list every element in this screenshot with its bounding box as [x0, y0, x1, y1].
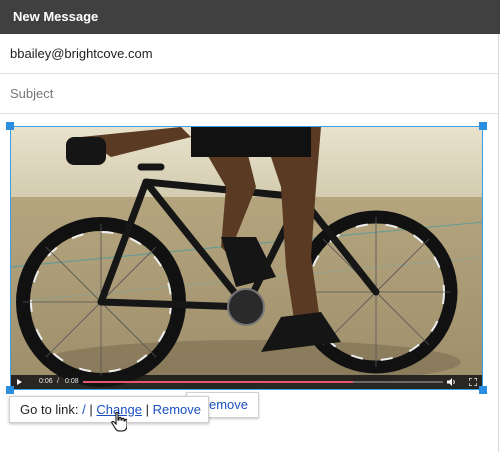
total-time: 0:08 — [65, 378, 79, 385]
resize-handle-top-right[interactable] — [479, 122, 487, 130]
hand-cursor-icon — [111, 412, 127, 432]
progress-fill — [83, 381, 353, 383]
fullscreen-icon[interactable] — [469, 378, 477, 386]
current-time: 0:06 — [39, 378, 53, 385]
resize-handle-bottom-right[interactable] — [479, 386, 487, 394]
subject-field[interactable]: Subject — [0, 74, 498, 114]
resize-handle-top-left[interactable] — [6, 122, 14, 130]
remove-link[interactable]: Remove — [153, 402, 201, 417]
volume-icon[interactable] — [447, 378, 457, 386]
to-field[interactable]: bbailey@brightcove.com — [0, 34, 498, 74]
time-separator: / — [57, 378, 59, 385]
play-icon[interactable] — [17, 379, 22, 385]
progress-track[interactable] — [83, 381, 443, 383]
link-target[interactable]: / — [82, 402, 86, 417]
popup-separator: | — [145, 402, 149, 417]
video-embed[interactable]: 0:06 / 0:08 — [10, 126, 483, 390]
video-control-bar: 0:06 / 0:08 — [11, 375, 482, 389]
compose-border — [498, 34, 499, 452]
popup-separator: | — [89, 402, 93, 417]
video-frame-image — [11, 127, 482, 389]
go-to-link-label: Go to link: — [20, 402, 79, 417]
resize-handle-bottom-left[interactable] — [6, 386, 14, 394]
window-title: New Message — [0, 0, 500, 34]
link-popup: Go to link: / | Change | Remove — [9, 396, 209, 423]
